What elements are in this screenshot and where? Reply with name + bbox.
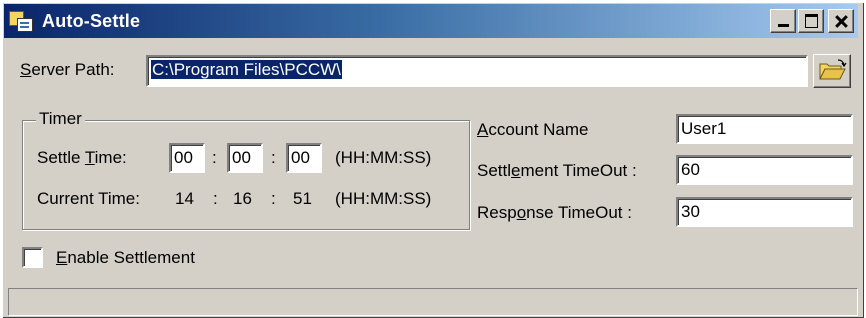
settlement-timeout-input[interactable]: 60	[676, 155, 853, 185]
maximize-icon[interactable]	[798, 9, 824, 33]
settle-format-hint: (HH:MM:SS)	[335, 148, 432, 167]
settlement-timeout-label: Settlement TimeOut :	[477, 161, 637, 180]
current-minutes: 16	[233, 189, 252, 208]
settle-colon-1: :	[212, 148, 217, 167]
current-seconds: 51	[293, 189, 312, 208]
timer-group-title: Timer	[36, 109, 85, 129]
window-title: Auto-Settle	[42, 10, 141, 31]
current-colon-1: :	[213, 189, 218, 208]
browse-folder-button[interactable]	[813, 54, 851, 88]
title-bar[interactable]: Auto-Settle	[4, 4, 858, 38]
folder-open-icon	[819, 59, 847, 80]
response-timeout-label: Response TimeOut :	[477, 203, 632, 222]
settle-minutes-input[interactable]: 00	[227, 143, 263, 173]
current-format-hint: (HH:MM:SS)	[335, 189, 432, 208]
close-icon[interactable]	[828, 9, 854, 33]
enable-settlement-checkbox[interactable]	[22, 247, 43, 268]
app-icon[interactable]	[8, 9, 34, 33]
server-path-input[interactable]: C:\Program Files\PCCW\	[146, 55, 808, 87]
timer-group	[22, 120, 470, 230]
current-colon-2: :	[271, 189, 276, 208]
current-time-label: Current Time:	[37, 189, 140, 208]
minimize-icon[interactable]	[770, 9, 796, 33]
response-timeout-input[interactable]: 30	[676, 197, 853, 227]
settle-time-label: Settle Time:	[37, 148, 127, 167]
current-hours: 14	[175, 189, 194, 208]
account-name-input[interactable]: User1	[676, 114, 853, 144]
server-path-label: Server Path:	[20, 60, 115, 79]
account-name-label: Account Name	[477, 120, 589, 139]
enable-settlement-label[interactable]: Enable Settlement	[56, 248, 195, 268]
status-bar	[8, 288, 858, 316]
settle-seconds-input[interactable]: 00	[286, 143, 322, 173]
settle-hours-input[interactable]: 00	[169, 143, 205, 173]
settle-colon-2: :	[271, 148, 276, 167]
